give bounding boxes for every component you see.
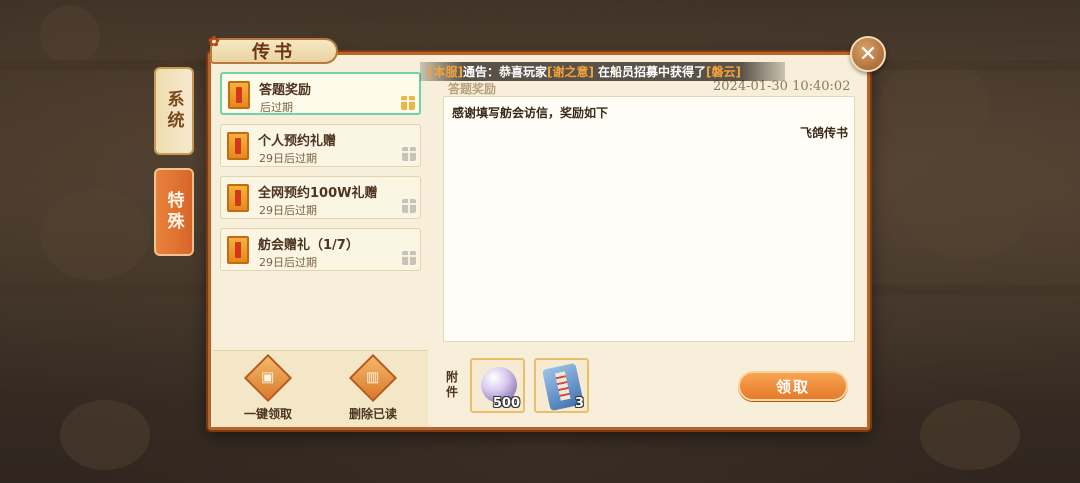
claim-all-label: 一键领取 <box>243 407 292 421</box>
notice-player: [谢之意] <box>547 65 594 79</box>
tab-special[interactable]: 特殊 <box>154 168 194 256</box>
gift-icon <box>402 251 416 265</box>
trash-icon: ▥ <box>348 353 398 403</box>
delete-read-label: 删除已读 <box>348 407 397 421</box>
mail-item[interactable]: 全网预约100W礼赠 29日后过期 <box>220 176 421 219</box>
notice-text: 通告：恭喜玩家 <box>462 65 547 79</box>
gift-icon <box>402 147 416 161</box>
mail-content-box: 感谢填写舫会访信，奖励如下 飞鸽传书 <box>443 96 855 342</box>
attachment-count: 3 <box>574 396 584 411</box>
mail-expiry: 29日后过期 <box>259 256 317 269</box>
gift-icon <box>401 96 415 110</box>
close-button[interactable]: ✕ <box>850 36 886 72</box>
detail-date: 2024-01-30 10:40:02 <box>713 79 851 94</box>
close-icon: ✕ <box>858 41 878 67</box>
mail-title: 全网预约100W礼赠 <box>258 186 378 201</box>
mail-item[interactable]: 个人预约礼赠 29日后过期 <box>220 124 421 167</box>
panel-title-text: 传书 <box>252 42 296 63</box>
mail-expiry: 29日后过期 <box>259 152 317 165</box>
mail-item[interactable]: 舫会赠礼（1/7） 29日后过期 <box>220 228 421 271</box>
mail-letter-icon <box>227 184 249 212</box>
mail-signature: 飞鸽传书 <box>799 126 848 140</box>
attachments-label: 附件 <box>446 370 459 399</box>
mail-letter-icon <box>227 132 249 160</box>
attachment-slot[interactable]: 500 <box>470 358 525 413</box>
gift-box-icon: ▣ <box>243 353 293 403</box>
detail-title: 答题奖励 <box>448 82 497 96</box>
server-notice-banner: [本服] 通告：恭喜玩家 [谢之意] 在船员招募中获得了 [磐云] <box>420 62 785 81</box>
panel-title: ✿ 传书 <box>208 34 338 64</box>
mail-expiry: 29日后过期 <box>259 204 317 217</box>
claim-button[interactable]: 领取 <box>738 371 848 401</box>
attachment-slot[interactable]: 3 <box>534 358 589 413</box>
mail-body-text: 感谢填写舫会访信，奖励如下 <box>452 106 609 120</box>
mail-item[interactable]: 答题奖励 后过期 <box>220 72 421 115</box>
mail-title: 答题奖励 <box>259 83 312 98</box>
mail-title: 舫会赠礼（1/7） <box>258 238 359 253</box>
notice-server-tag: [本服] <box>428 65 463 79</box>
mail-letter-icon <box>227 236 249 264</box>
gift-icon <box>402 199 416 213</box>
delete-read-button[interactable]: ▥ 删除已读 <box>338 353 408 422</box>
claim-all-button[interactable]: ▣ 一键领取 <box>233 353 303 422</box>
notice-item: [磐云] <box>706 65 741 79</box>
mail-letter-icon <box>228 81 250 109</box>
maple-leaf-icon: ✿ <box>208 34 224 50</box>
tab-system[interactable]: 系统 <box>154 67 194 155</box>
mail-expiry: 后过期 <box>260 101 293 114</box>
mail-title: 个人预约礼赠 <box>258 134 337 149</box>
list-actions: ▣ 一键领取 ▥ 删除已读 <box>213 350 428 427</box>
attachment-count: 500 <box>492 396 520 411</box>
notice-text: 在船员招募中获得了 <box>597 65 706 79</box>
